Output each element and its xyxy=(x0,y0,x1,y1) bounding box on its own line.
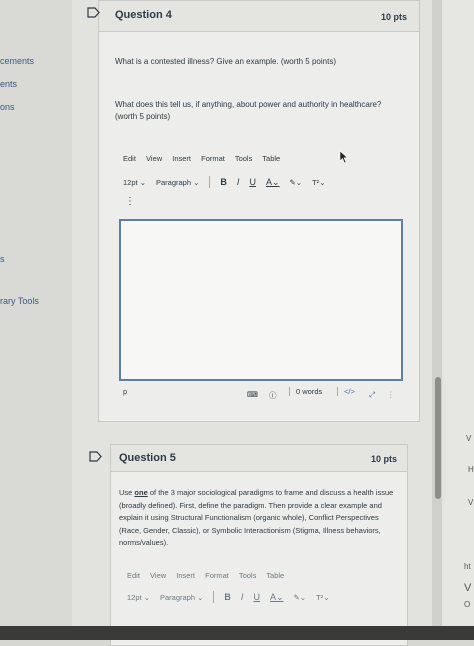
chevron-down-icon: ⌄ xyxy=(197,592,204,602)
sidebar-item-modules[interactable]: s xyxy=(0,254,5,264)
editor-toolbar: 12pt ⌄ Paragraph ⌄ B I U A⌄ ✎⌄ T²⌄ xyxy=(123,176,335,188)
flag-question-icon[interactable] xyxy=(89,451,102,462)
menu-insert[interactable]: Insert xyxy=(172,154,191,163)
prompt-emphasis: one xyxy=(134,488,148,497)
sidebar-item-discussions[interactable]: ons xyxy=(0,102,15,112)
fullscreen-icon[interactable]: ⤢ xyxy=(369,390,375,400)
accessibility-icon[interactable]: ⓘ xyxy=(269,390,277,401)
italic-button[interactable]: I xyxy=(237,177,240,187)
resize-handle-icon[interactable]: ⋮ xyxy=(387,390,395,399)
prompt-rest: of the 3 major sociological paradigms to… xyxy=(119,488,394,547)
font-size-select[interactable]: 12pt ⌄ xyxy=(123,178,146,187)
right-text-fragment: V xyxy=(466,434,472,443)
editor-toolbar: 12pt ⌄ Paragraph ⌄ B I U A⌄ ✎⌄ T²⌄ xyxy=(127,591,339,603)
block-format-select[interactable]: Paragraph ⌄ xyxy=(160,593,203,602)
question-5-card: Question 5 10 pts Use one of the 3 major… xyxy=(89,444,408,646)
mouse-pointer-icon xyxy=(339,150,349,164)
menu-tools[interactable]: Tools xyxy=(239,571,257,580)
sidebar-item-announcements[interactable]: cements xyxy=(0,56,34,66)
editor-menubar: Edit View Insert Format Tools Table xyxy=(123,154,288,163)
underline-button[interactable]: U xyxy=(253,592,260,602)
superscript-button[interactable]: T²⌄ xyxy=(316,593,329,602)
menu-format[interactable]: Format xyxy=(201,154,225,163)
text-color-button[interactable]: A⌄ xyxy=(270,592,284,603)
question-points: 10 pts xyxy=(370,454,397,464)
italic-button[interactable]: I xyxy=(241,592,244,602)
html-editor-toggle[interactable]: </> xyxy=(337,386,355,396)
menu-format[interactable]: Format xyxy=(205,571,229,580)
page-scrollbar[interactable] xyxy=(432,0,442,640)
question-prompt-2: What does this tell us, if anything, abo… xyxy=(115,100,382,121)
sidebar-item-library-tools[interactable]: rary Tools xyxy=(0,296,39,306)
right-text-fragment: ht xyxy=(464,562,471,571)
menu-table[interactable]: Table xyxy=(266,571,284,580)
font-size-value: 12pt xyxy=(127,592,142,602)
chevron-down-icon: ⌄ xyxy=(323,592,330,602)
chevron-down-icon: ⌄ xyxy=(319,177,326,187)
font-size-value: 12pt xyxy=(123,177,138,187)
chevron-down-icon: ⌄ xyxy=(143,592,150,602)
question-prompt: Use one of the 3 major sociological para… xyxy=(119,487,395,550)
chevron-down-icon: ⌄ xyxy=(295,177,303,187)
question-title: Question 5 xyxy=(119,452,176,464)
menu-tools[interactable]: Tools xyxy=(235,154,253,163)
right-text-fragment: H xyxy=(468,465,474,474)
menu-view[interactable]: View xyxy=(150,571,166,580)
question-title: Question 4 xyxy=(115,9,172,21)
block-format-value: Paragraph xyxy=(156,177,192,187)
menu-view[interactable]: View xyxy=(146,154,162,163)
text-color-button[interactable]: A⌄ xyxy=(266,177,280,188)
bold-button[interactable]: B xyxy=(220,177,227,187)
editor-menubar: Edit View Insert Format Tools Table xyxy=(127,571,292,580)
menu-table[interactable]: Table xyxy=(262,154,280,163)
toolbar-divider xyxy=(209,176,211,188)
question-prompt-1: What is a contested illness? Give an exa… xyxy=(115,57,336,66)
right-text-fragment: O xyxy=(464,600,471,609)
keyboard-icon[interactable]: ⌨ xyxy=(247,390,258,399)
right-sidebar: V H V ht V O xyxy=(444,0,474,640)
chevron-down-icon: ⌄ xyxy=(139,177,146,187)
question-4-header: Question 4 10 pts xyxy=(87,1,419,32)
superscript-button[interactable]: T²⌄ xyxy=(312,178,325,187)
block-format-select[interactable]: Paragraph ⌄ xyxy=(156,178,199,187)
chevron-down-icon: ⌄ xyxy=(271,176,280,187)
right-text-fragment: V xyxy=(468,498,474,507)
chevron-down-icon: ⌄ xyxy=(193,177,200,187)
right-text-fragment: V xyxy=(464,582,472,594)
course-nav-sidebar: cements ents ons s rary Tools xyxy=(0,0,73,640)
question-5-header: Question 5 10 pts xyxy=(89,445,407,472)
menu-edit[interactable]: Edit xyxy=(123,154,136,163)
block-format-value: Paragraph xyxy=(160,592,196,602)
screen-bottom-bezel xyxy=(0,626,474,640)
underline-button[interactable]: U xyxy=(249,177,256,187)
highlight-color-button[interactable]: ✎⌄ xyxy=(294,593,307,602)
sidebar-item-assignments[interactable]: ents xyxy=(0,79,17,89)
flag-question-icon[interactable] xyxy=(87,7,100,18)
prompt-prefix: Use xyxy=(119,488,135,497)
more-tools-button[interactable]: ⋮ xyxy=(125,196,135,207)
question-4-card: Question 4 10 pts What is a contested il… xyxy=(87,0,420,422)
scrollbar-thumb[interactable] xyxy=(435,377,441,499)
answer-text-area[interactable] xyxy=(119,219,403,381)
highlight-color-button[interactable]: ✎⌄ xyxy=(290,178,303,187)
chevron-down-icon: ⌄ xyxy=(299,592,307,602)
chevron-down-icon: ⌄ xyxy=(275,591,284,602)
question-points: 10 pts xyxy=(380,12,407,22)
toolbar-divider xyxy=(213,591,215,603)
font-size-select[interactable]: 12pt ⌄ xyxy=(127,593,150,602)
word-count[interactable]: 0 words xyxy=(289,386,322,396)
element-path[interactable]: p xyxy=(123,387,127,396)
bold-button[interactable]: B xyxy=(224,592,231,602)
menu-edit[interactable]: Edit xyxy=(127,571,140,580)
menu-insert[interactable]: Insert xyxy=(176,571,195,580)
